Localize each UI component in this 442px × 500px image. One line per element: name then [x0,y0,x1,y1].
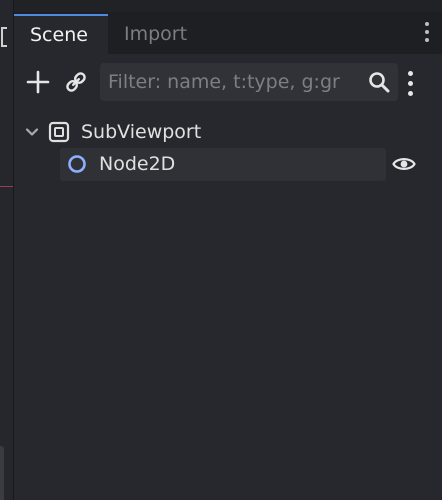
plus-icon [26,70,50,94]
editor-root: Scene Import Filter: name, t:type, g:gr … [0,0,442,500]
node-label: SubViewport [81,121,202,143]
scene-dock: Scene Import Filter: name, t:type, g:gr … [14,12,442,500]
filter-field[interactable] [100,63,398,101]
filter-input[interactable] [108,63,352,101]
search-icon [369,72,390,93]
edge-divider [0,186,13,187]
edge-scrollbar[interactable] [0,446,4,500]
dock-tabbar: Scene Import [14,12,442,55]
tab-menu-icon[interactable] [422,22,432,48]
scene-menu-icon[interactable] [404,68,416,98]
link-icon [66,72,86,92]
tab-scene[interactable]: Scene [14,14,108,55]
instance-scene-button[interactable] [60,66,92,98]
bracket-icon [1,27,7,47]
subviewport-icon [48,121,70,143]
visibility-eye-icon[interactable] [392,152,416,176]
node2d-icon [68,155,86,173]
chevron-down-icon[interactable] [24,124,40,140]
tab-import[interactable]: Import [108,15,203,54]
tree-item-node2d[interactable]: Node2D [14,148,442,181]
add-node-button[interactable] [22,66,54,98]
tree-item-subviewport[interactable]: SubViewport [14,116,442,148]
adjacent-panel-edge [0,0,14,500]
scene-toolbar [14,60,442,106]
node-label: Node2D [99,153,176,175]
